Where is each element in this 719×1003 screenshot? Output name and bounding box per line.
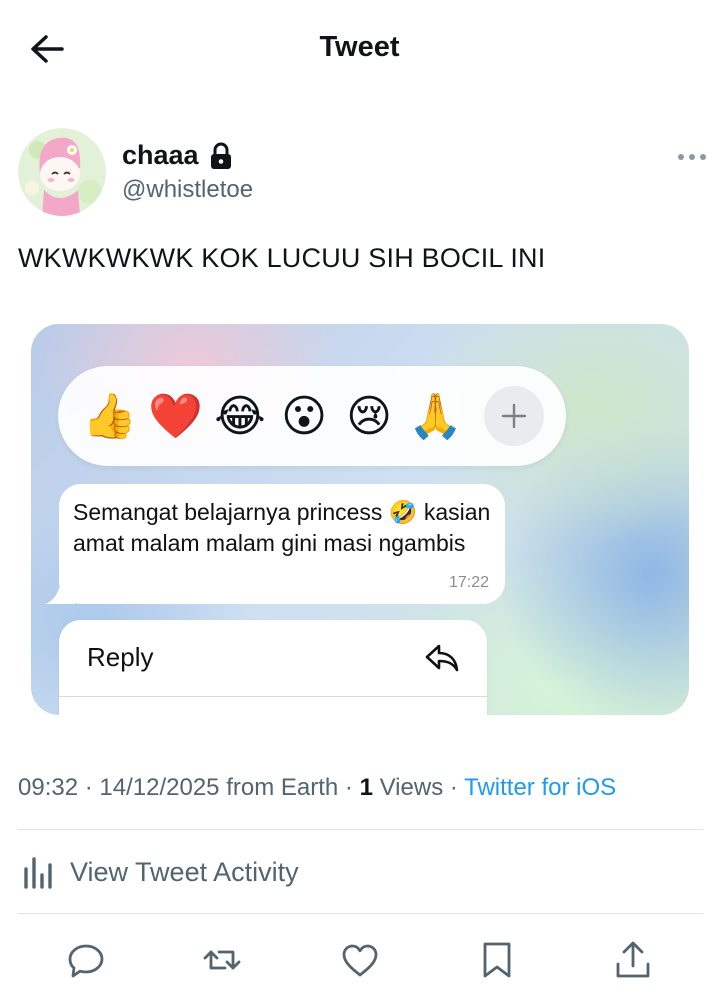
plus-icon: [501, 403, 527, 429]
bookmark-button[interactable]: [475, 938, 519, 982]
share-button[interactable]: [611, 938, 655, 982]
tweet-metadata: 09:32 · 14/12/2025 from Earth · 1 Views …: [18, 774, 616, 802]
tweet-source-link[interactable]: Twitter for iOS: [464, 774, 616, 801]
reply-arrow-icon: [425, 644, 459, 672]
analytics-bars-icon: [24, 857, 52, 889]
author-name[interactable]: chaaa: [122, 140, 233, 171]
context-menu-reply: Reply: [59, 620, 487, 696]
reply-icon: [68, 944, 104, 978]
divider: [18, 829, 703, 830]
crying-reaction: 😢: [346, 392, 392, 441]
context-menu-divider: [59, 696, 487, 697]
like-button[interactable]: [338, 938, 382, 982]
divider: [18, 913, 703, 914]
bookmark-icon: [483, 942, 511, 978]
laughing-reaction: 😂: [214, 392, 266, 441]
views-label: Views: [379, 774, 444, 801]
top-bar: Tweet: [0, 0, 719, 98]
context-menu-reply-label: Reply: [87, 642, 154, 672]
praying-reaction: 🙏: [408, 392, 463, 441]
page-title: Tweet: [319, 31, 400, 63]
views-count: 1: [359, 774, 373, 801]
avatar[interactable]: [18, 128, 106, 216]
share-icon: [616, 941, 650, 978]
bubble-tail: [45, 582, 75, 604]
surprised-reaction: 😮: [281, 392, 327, 441]
tweet-time: 09:32: [18, 774, 79, 801]
context-menu: Reply: [59, 620, 487, 715]
meta-separator: ·: [344, 774, 353, 801]
add-reaction-button: [484, 386, 544, 446]
tweet-text: WKWKWKWK KOK LUCUU SIH BOCIL INI: [18, 243, 546, 273]
view-tweet-activity-button[interactable]: View Tweet Activity: [18, 840, 703, 910]
heart-reaction: ❤️: [148, 392, 203, 441]
author-handle: @whistletoe: [122, 176, 254, 203]
view-tweet-activity-label: View Tweet Activity: [70, 857, 299, 887]
more-horizontal-icon: [678, 154, 706, 160]
thumbs-up-reaction: 👍: [82, 392, 137, 441]
chat-message-time: 17:22: [448, 574, 489, 591]
chat-message-text: Semangat belajarnya princess 🤣 kasian am…: [73, 499, 491, 556]
more-options-button[interactable]: [676, 146, 708, 168]
reaction-bar: 👍 ❤️ 😂 😮 😢 🙏: [58, 366, 566, 466]
author-name-text: chaaa: [122, 140, 199, 170]
retweet-icon: [203, 950, 241, 970]
retweet-button[interactable]: [200, 938, 244, 982]
tweet-date: 14/12/2025 from Earth: [99, 774, 339, 801]
reply-button[interactable]: [64, 938, 108, 982]
tweet-media-image[interactable]: 👍 ❤️ 😂 😮 😢 🙏 Semangat belajarnya princes…: [31, 324, 689, 715]
lock-icon: [210, 142, 231, 169]
meta-separator: ·: [84, 774, 93, 801]
like-icon: [342, 944, 378, 977]
chat-message-bubble: Semangat belajarnya princess 🤣 kasian am…: [45, 484, 505, 604]
meta-separator: ·: [449, 774, 458, 801]
